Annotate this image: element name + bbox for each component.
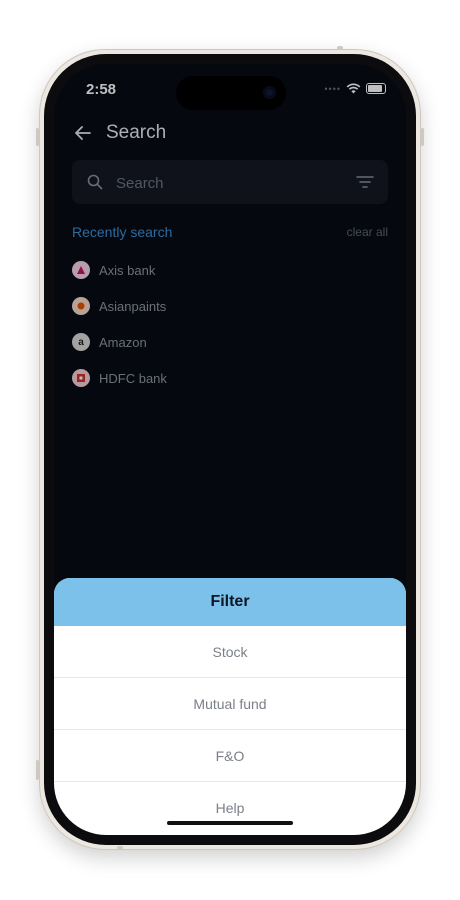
side-button [421,128,424,146]
filter-option-fno[interactable]: F&O [54,730,406,782]
filter-option-mutual-fund[interactable]: Mutual fund [54,678,406,730]
antenna-band [337,46,343,50]
filter-bottom-sheet: Filter Stock Mutual fund F&O Help [54,578,406,835]
filter-option-help[interactable]: Help [54,782,406,833]
side-button [36,128,39,146]
antenna-band [117,846,123,850]
filter-sheet-title: Filter [210,593,250,610]
filter-sheet-header: Filter [54,578,406,626]
side-button [36,760,39,780]
filter-option-stock[interactable]: Stock [54,626,406,678]
home-indicator[interactable] [167,821,293,825]
screen: 2:58 •••• Search Recently search clear a… [54,64,406,835]
